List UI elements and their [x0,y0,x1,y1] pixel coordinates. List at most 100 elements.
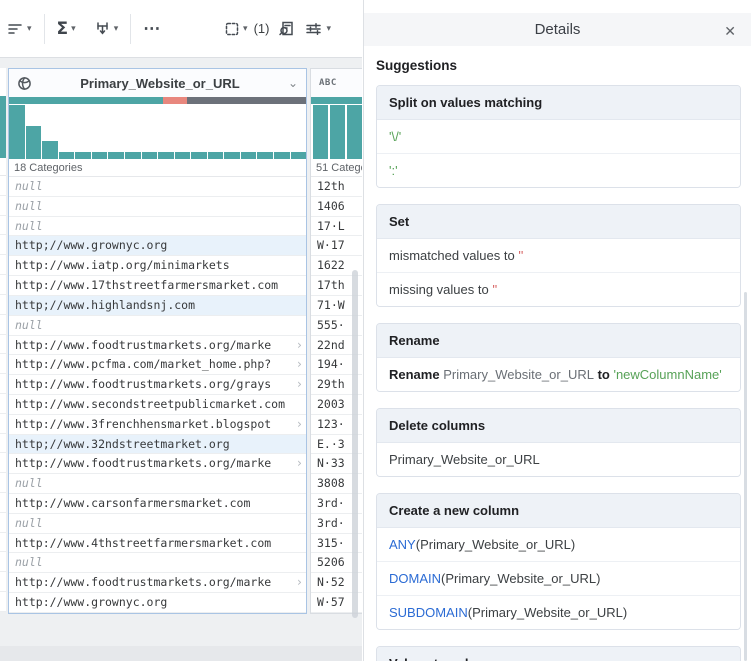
cell-value: null [15,476,43,491]
histogram-bar[interactable] [108,151,124,159]
histogram-bar[interactable] [124,151,141,159]
quality-valid-segment[interactable] [311,97,362,104]
table-row[interactable]: null [9,553,306,574]
histogram-bar[interactable] [9,105,25,159]
column-title: Primary_Website_or_URL [80,75,240,91]
histogram-bar[interactable] [174,151,191,159]
cell-value: 3rd· [317,515,345,530]
cell-value: 1406 [317,198,345,213]
cell-value: 17·L [317,218,345,233]
cell-value: http://www.grownyc.org [15,595,168,610]
histogram-bar[interactable] [257,151,273,159]
caret-down-icon: ▾ [326,23,331,33]
table-row[interactable]: http://www.3frenchhensmarket.blogspot › [9,414,306,435]
table-row[interactable]: null [9,196,306,217]
histogram-bar[interactable] [25,125,42,159]
table-row[interactable]: 1406 [311,196,362,217]
grid-vertical-scrollbar[interactable] [352,270,358,618]
histogram-bar[interactable] [347,105,362,159]
histogram-bar[interactable] [75,151,91,159]
suggestion-item[interactable]: ANY(Primary_Website_or_URL) [377,528,740,561]
categories-count: 18 Categories [9,159,306,177]
chevron-down-icon[interactable]: ⌄ [288,77,298,89]
partial-row [0,453,6,474]
histogram-bar[interactable] [91,151,108,159]
join-button[interactable]: ▾ [89,14,124,43]
suggestion-item[interactable]: SUBDOMAIN(Primary_Website_or_URL) [377,595,740,629]
cell-value: 3808 [317,476,345,491]
partial-row [0,552,6,573]
partial-previous-column [0,68,6,612]
aggregate-button[interactable]: Σ ▾ [52,13,81,45]
suggestion-item[interactable]: missing values to '' [377,272,740,306]
histogram-bar[interactable] [42,141,58,159]
suggestion-text: Primary_Website_or_URL [389,452,540,467]
table-row[interactable]: http;//www.highlandsnj.com [9,295,306,316]
close-icon[interactable]: ✕ [722,21,738,42]
table-row[interactable]: http://www.4thstreetfarmersmarket.com [9,533,306,554]
horizontal-scroll-track[interactable] [0,646,362,661]
histogram-bar[interactable] [141,151,158,159]
sigma-icon: Σ [56,18,69,39]
suggestion-item[interactable]: '\/' [377,120,740,153]
table-row[interactable]: http://www.foodtrustmarkets.org/marke › [9,335,306,356]
histogram-bar[interactable] [224,151,240,159]
suggestion-text: to [593,367,614,382]
table-row[interactable]: http;//www.32ndstreetmarket.org [9,434,306,455]
table-row[interactable]: http://www.foodtrustmarkets.org/grays › [9,375,306,395]
panel-vertical-scrollbar[interactable] [744,292,747,661]
table-row[interactable]: http://www.foodtrustmarkets.org/marke › [9,454,306,475]
quality-mismatched-segment[interactable] [163,97,188,104]
partial-row [0,176,6,196]
table-row[interactable]: null [9,315,306,336]
table-row[interactable]: http://www.carsonfarmersmarket.com [9,494,306,514]
histogram-bar[interactable] [58,151,75,159]
histogram-bar[interactable] [313,105,328,159]
table-row[interactable]: http://www.iatp.org/minimarkets [9,256,306,277]
table-row[interactable]: http://www.17thstreetfarmersmarket.com [9,276,306,296]
find-in-data-icon [279,21,294,36]
suggestion-item[interactable]: Rename Primary_Website_or_URL to 'newCol… [377,358,740,391]
histogram-bar[interactable] [158,151,174,159]
more-options-button[interactable]: ⋯ [138,13,166,45]
histogram-bar[interactable] [290,151,307,159]
table-row[interactable]: http;//www.grownyc.org [9,236,306,257]
table-row[interactable]: 17·L [311,216,362,237]
suggestion-text: (Primary_Website_or_URL) [415,537,576,552]
table-row[interactable]: http://www.pcfma.com/market_home.php? › [9,355,306,376]
partial-row [0,314,6,335]
sort-filter-button[interactable]: ▾ [2,15,37,43]
suggestion-text: (Primary_Website_or_URL) [441,571,601,586]
column-histogram [311,104,362,159]
suggestion-item[interactable]: Primary_Website_or_URL [377,443,740,476]
table-row[interactable]: W·17 [311,236,362,257]
suggestion-item[interactable]: ':' [377,153,740,187]
table-row[interactable]: null [9,177,306,197]
suggestion-text: '' [492,282,498,297]
table-row[interactable]: 12th [311,177,362,197]
partial-row [0,255,6,276]
table-row[interactable]: http://www.grownyc.org [9,593,306,613]
histogram-bar[interactable] [207,151,224,159]
histogram-bar[interactable] [191,151,207,159]
histogram-bar[interactable] [330,105,345,159]
histogram-bar[interactable] [274,151,290,159]
table-row[interactable]: null [9,513,306,534]
data-quality-bar[interactable] [9,97,306,104]
column-header[interactable]: Primary_Website_or_URL ⌄ [9,69,306,97]
column-header[interactable]: ABC [311,69,362,97]
histogram-bar[interactable] [240,151,257,159]
view-settings-button[interactable]: ▾ [300,15,336,43]
table-row[interactable]: http://www.secondstreetpublicmarket.com [9,394,306,415]
selection-mode-button[interactable]: ▾ [219,15,253,43]
find-button[interactable] [273,14,300,43]
data-quality-bar[interactable] [311,97,362,104]
suggestion-item[interactable]: DOMAIN(Primary_Website_or_URL) [377,561,740,595]
suggestion-item[interactable]: mismatched values to '' [377,239,740,272]
table-row[interactable]: null [9,474,306,494]
truncate-chevron-icon: › [295,377,303,392]
quality-valid-segment[interactable] [9,97,164,104]
table-row[interactable]: null [9,216,306,237]
table-row[interactable]: http://www.foodtrustmarkets.org/marke › [9,573,306,594]
quality-missing-segment[interactable] [187,97,306,104]
